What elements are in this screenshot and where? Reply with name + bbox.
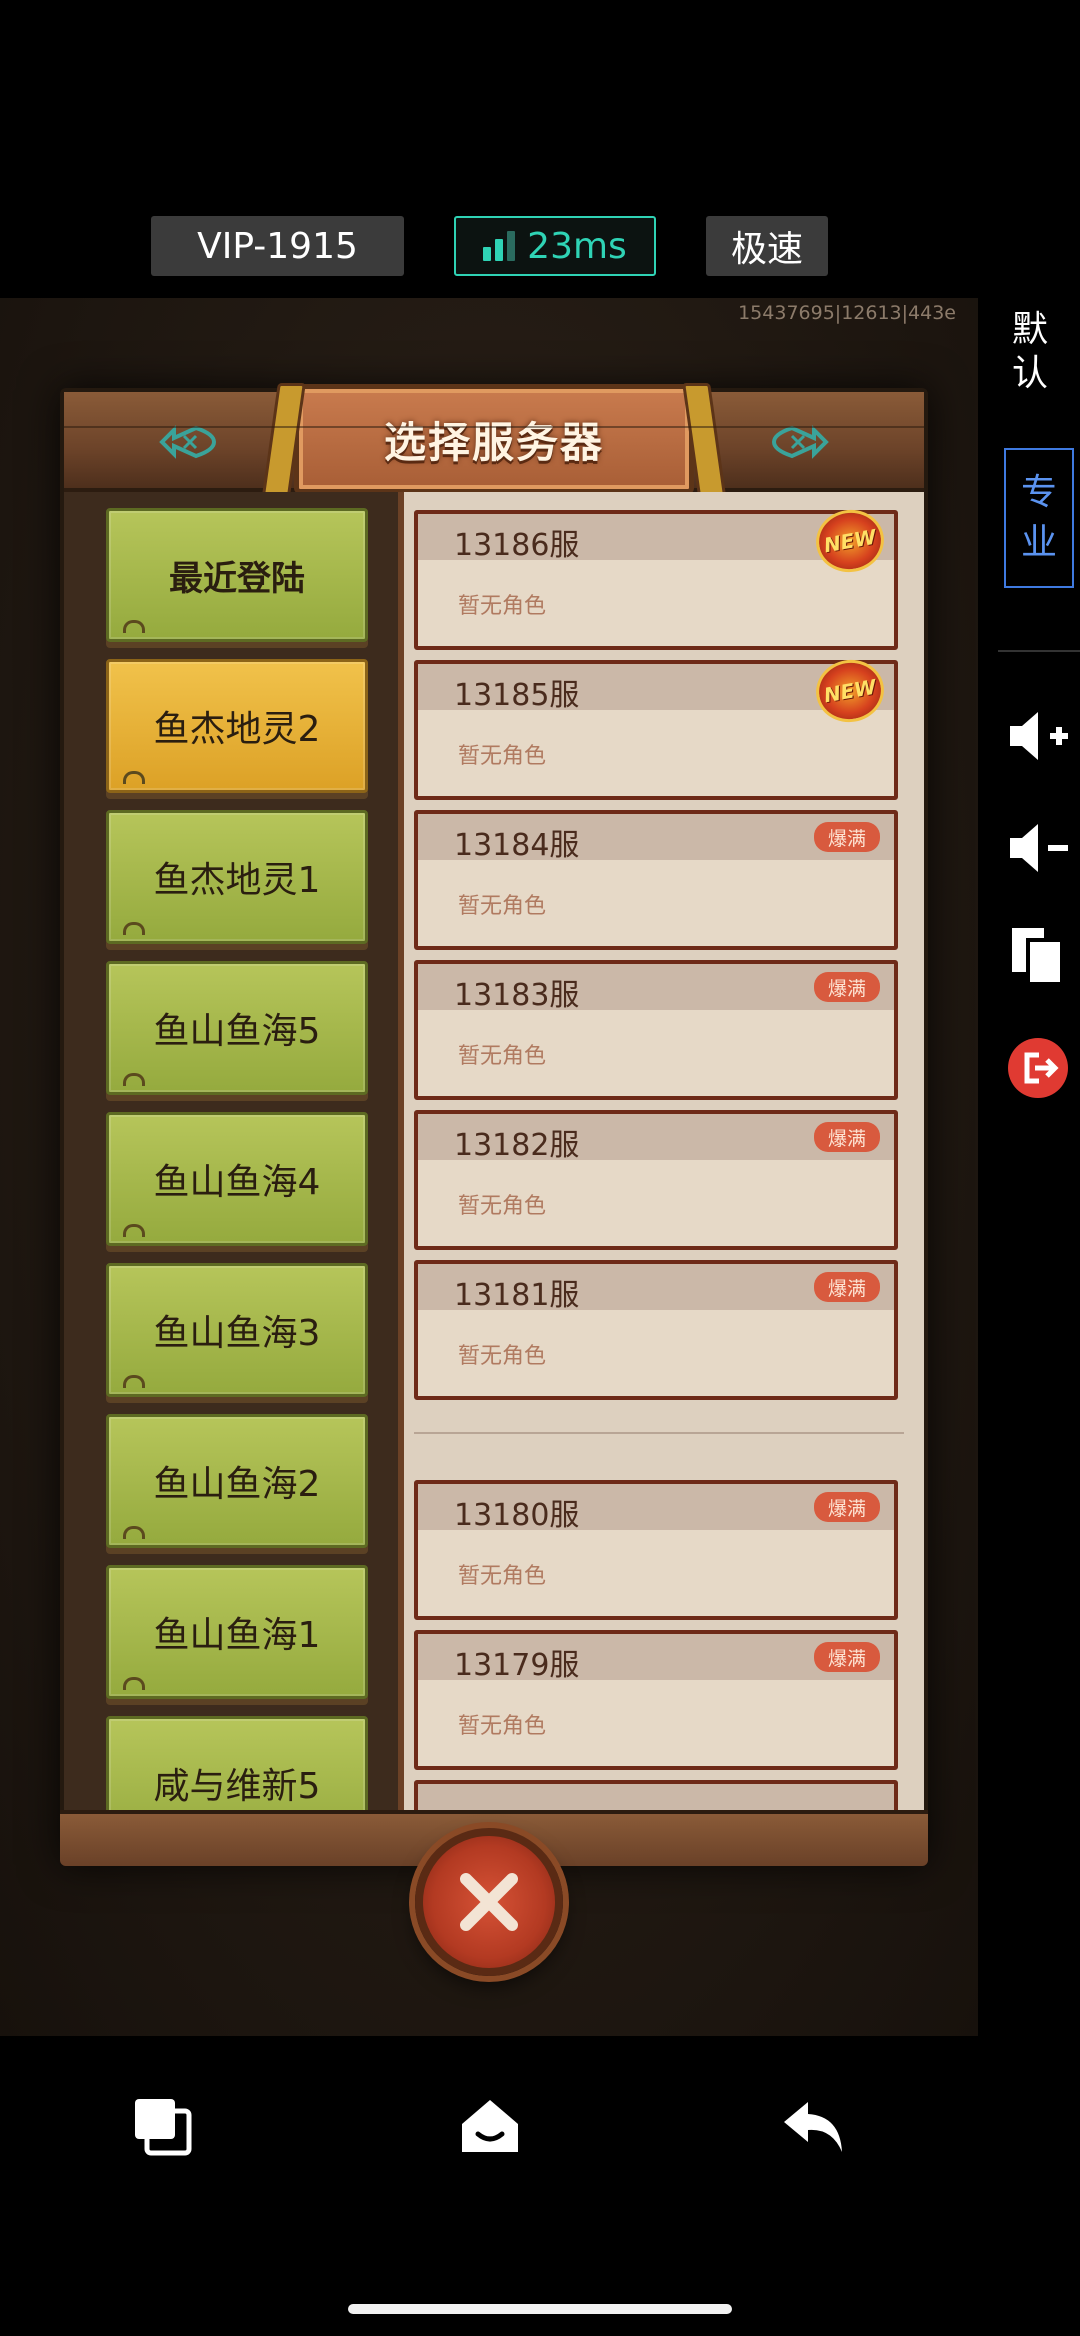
exit-icon[interactable] [1006,1036,1070,1100]
server-list[interactable]: 13186服 暂无角色 NEW 13185服 暂无角色 NEW 13184服 暂… [398,492,924,1810]
category-label: 鱼山鱼海3 [153,1313,321,1354]
home-indicator[interactable] [348,2304,732,2314]
category-label: 鱼杰地灵1 [153,860,321,901]
category-label: 鱼杰地灵2 [153,709,321,750]
category-label: 鱼山鱼海4 [153,1162,321,1203]
vip-label: VIP-1915 [197,225,358,267]
server-card[interactable]: 13182服 暂无角色 爆满 [414,1110,898,1250]
close-icon [460,1873,518,1931]
dialog-title: 选择服务器 [383,417,604,467]
side-toolbar: 默认 专业 [978,298,1080,2036]
server-card[interactable]: 13185服 暂无角色 NEW [414,654,898,800]
dialog-header: 选择服务器 [64,384,924,494]
category-label: 鱼山鱼海5 [153,1011,321,1052]
server-role: 暂无角色 [458,594,547,619]
fish-emblem-icon [159,425,217,459]
server-card[interactable]: 13180服 暂无角色 爆满 [414,1480,898,1620]
category-tab[interactable]: 鱼杰地灵2 [106,659,368,793]
full-badge: 爆满 [814,1272,880,1302]
server-card[interactable]: 13179服 暂无角色 爆满 [414,1630,898,1770]
full-badge: 爆满 [814,1642,880,1672]
top-status-bar: VIP-1915 23ms 极速 [0,0,1080,298]
speed-mode-button[interactable]: 极速 [706,216,828,276]
category-tab[interactable]: 鱼山鱼海5 [106,961,368,1095]
vip-badge[interactable]: VIP-1915 [151,216,404,276]
server-card[interactable]: 13184服 暂无角色 爆满 [414,810,898,950]
speed-label: 极速 [730,229,803,270]
dialog-title-plate: 选择服务器 [294,384,694,494]
divider [998,650,1080,652]
server-card[interactable]: 13183服 暂无角色 爆满 [414,960,898,1100]
home-icon[interactable] [454,2090,526,2162]
server-name: 13186服 [454,528,580,563]
server-name: 13182服 [454,1128,580,1163]
server-role: 暂无角色 [458,1044,547,1069]
ping-indicator[interactable]: 23ms [454,216,656,276]
ping-label: 23ms [527,225,627,267]
build-id: 15437695|12613|443e [738,302,956,324]
copy-icon[interactable] [1006,924,1070,988]
recent-apps-icon[interactable] [126,2090,198,2162]
category-tab[interactable]: 鱼杰地灵1 [106,810,368,944]
mode-pro-button[interactable]: 专业 [1004,448,1074,588]
category-tab[interactable]: 鱼山鱼海2 [106,1414,368,1548]
server-select-dialog: 选择服务器 最近登陆 鱼杰地灵2 鱼杰地灵1 鱼山鱼海5 鱼山鱼海4 鱼山鱼海3… [60,384,928,1866]
server-name: 13183服 [454,978,580,1013]
volume-down-icon[interactable] [1006,816,1070,880]
server-role: 暂无角色 [458,744,547,769]
category-label: 鱼山鱼海1 [153,1615,321,1656]
server-role: 暂无角色 [458,1714,547,1739]
close-button[interactable] [415,1828,563,1976]
full-badge: 爆满 [814,1122,880,1152]
back-icon[interactable] [778,2090,850,2162]
bottom-nav-bar [0,2036,1080,2336]
server-name: 13184服 [454,828,580,863]
category-tab[interactable]: 鱼山鱼海3 [106,1263,368,1397]
server-role: 暂无角色 [458,1194,547,1219]
category-label: 最近登陆 [169,558,305,599]
full-badge: 爆满 [814,972,880,1002]
category-tab[interactable]: 咸与维新5 [106,1716,368,1810]
category-tab-recent[interactable]: 最近登陆 [106,508,368,642]
mode-default-button[interactable]: 默认 [998,308,1062,396]
server-card-partial[interactable] [414,1780,898,1810]
category-label: 咸与维新5 [153,1766,321,1807]
signal-bars-icon [483,231,516,261]
server-role: 暂无角色 [458,1564,547,1589]
server-name: 13179服 [454,1648,580,1683]
list-divider [414,1432,904,1434]
category-tab[interactable]: 鱼山鱼海4 [106,1112,368,1246]
category-label: 鱼山鱼海2 [153,1464,321,1505]
server-name: 13185服 [454,678,580,713]
fish-emblem-icon [771,425,829,459]
server-role: 暂无角色 [458,894,547,919]
full-badge: 爆满 [814,822,880,852]
server-card[interactable]: 13186服 暂无角色 NEW [414,504,898,650]
game-viewport[interactable]: 15437695|12613|443e 选择服务器 最近登陆 鱼杰地灵2 鱼杰地… [0,298,978,2036]
server-name: 13180服 [454,1498,580,1533]
volume-up-icon[interactable] [1006,704,1070,768]
server-role: 暂无角色 [458,1344,547,1369]
full-badge: 爆满 [814,1492,880,1522]
server-name: 13181服 [454,1278,580,1313]
category-tab[interactable]: 鱼山鱼海1 [106,1565,368,1699]
category-list[interactable]: 最近登陆 鱼杰地灵2 鱼杰地灵1 鱼山鱼海5 鱼山鱼海4 鱼山鱼海3 鱼山鱼海2… [64,492,398,1810]
server-card[interactable]: 13181服 暂无角色 爆满 [414,1260,898,1400]
